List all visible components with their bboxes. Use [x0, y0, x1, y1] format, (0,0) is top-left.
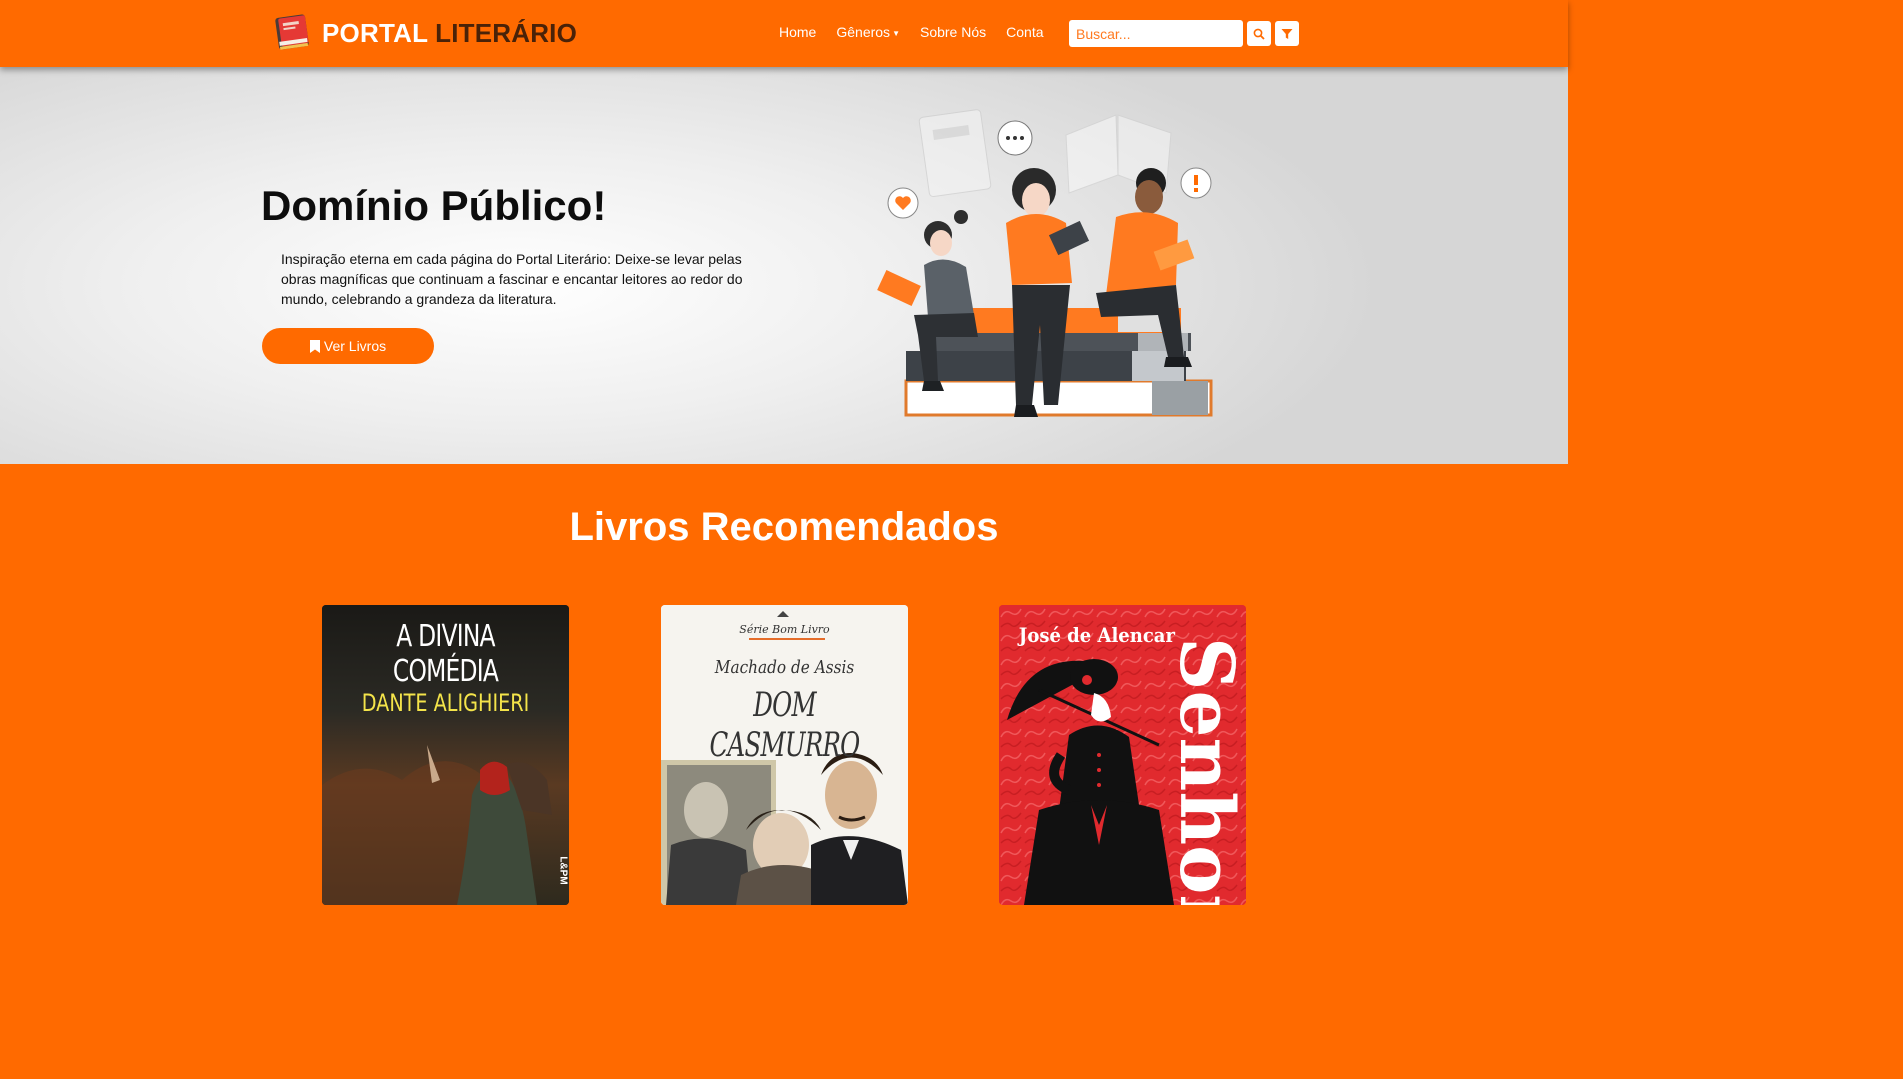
search-icon	[1253, 28, 1265, 40]
hero-description: Inspiração eterna em cada página do Port…	[281, 251, 743, 307]
book-stack-icon	[275, 14, 309, 50]
cover-author: DANTE ALIGHIERI	[361, 689, 530, 717]
search-button[interactable]	[1247, 21, 1271, 46]
cover-series: Série Bom Livro	[739, 623, 830, 636]
ver-livros-button[interactable]: Ver Livros	[262, 328, 434, 364]
nav-menu: Home Gêneros ▼ Sobre Nós Conta	[779, 24, 1044, 40]
caret-down-icon: ▼	[892, 28, 900, 38]
bookmark-icon	[309, 339, 320, 353]
nav-generos-dropdown[interactable]: Gêneros ▼	[836, 24, 900, 40]
cover-publisher: L&PM	[557, 856, 569, 885]
filter-button[interactable]	[1275, 21, 1299, 46]
brand-name-part2: LITERÁRIO	[435, 17, 578, 48]
nav-sobre-link[interactable]: Sobre Nós	[920, 24, 986, 40]
nav-conta-link[interactable]: Conta	[1006, 24, 1043, 40]
book-card-divina-comedia[interactable]: A DIVINA COMÉDIA DANTE ALIGHIERI L&PM	[322, 605, 569, 905]
navbar: PORTAL LITERÁRIO Home Gêneros ▼ Sobre Nós…	[0, 0, 1568, 67]
book-card-dom-casmurro[interactable]: Série Bom Livro Machado de Assis DOM CAS…	[661, 605, 908, 905]
nav-generos-label: Gêneros	[836, 24, 891, 40]
reading-people-illustration	[877, 109, 1213, 417]
cover-author: Machado de Assis	[714, 657, 855, 678]
ver-livros-label: Ver Livros	[323, 338, 387, 354]
hero-title: Domínio Público!	[261, 182, 607, 229]
section-title-recomendados: Livros Recomendados	[569, 505, 999, 549]
nav-home-link[interactable]: Home	[779, 24, 816, 40]
cover-title-wrap: Senhora	[1163, 619, 1246, 905]
cover-title: Senhora	[1163, 637, 1246, 905]
brand-logo-link[interactable]: PORTAL LITERÁRIO	[272, 12, 577, 54]
book-card-senhora[interactable]: José de Alencar Senhora	[999, 605, 1246, 905]
hero-section: Domínio Público! Inspiração eterna em ca…	[0, 67, 1568, 464]
cover-title: DOM CASMURRO	[709, 685, 860, 765]
filter-icon	[1281, 28, 1293, 39]
search-input[interactable]	[1069, 20, 1243, 47]
brand-name-part1: PORTAL	[322, 17, 428, 48]
cover-title: A DIVINA COMÉDIA	[392, 619, 499, 689]
